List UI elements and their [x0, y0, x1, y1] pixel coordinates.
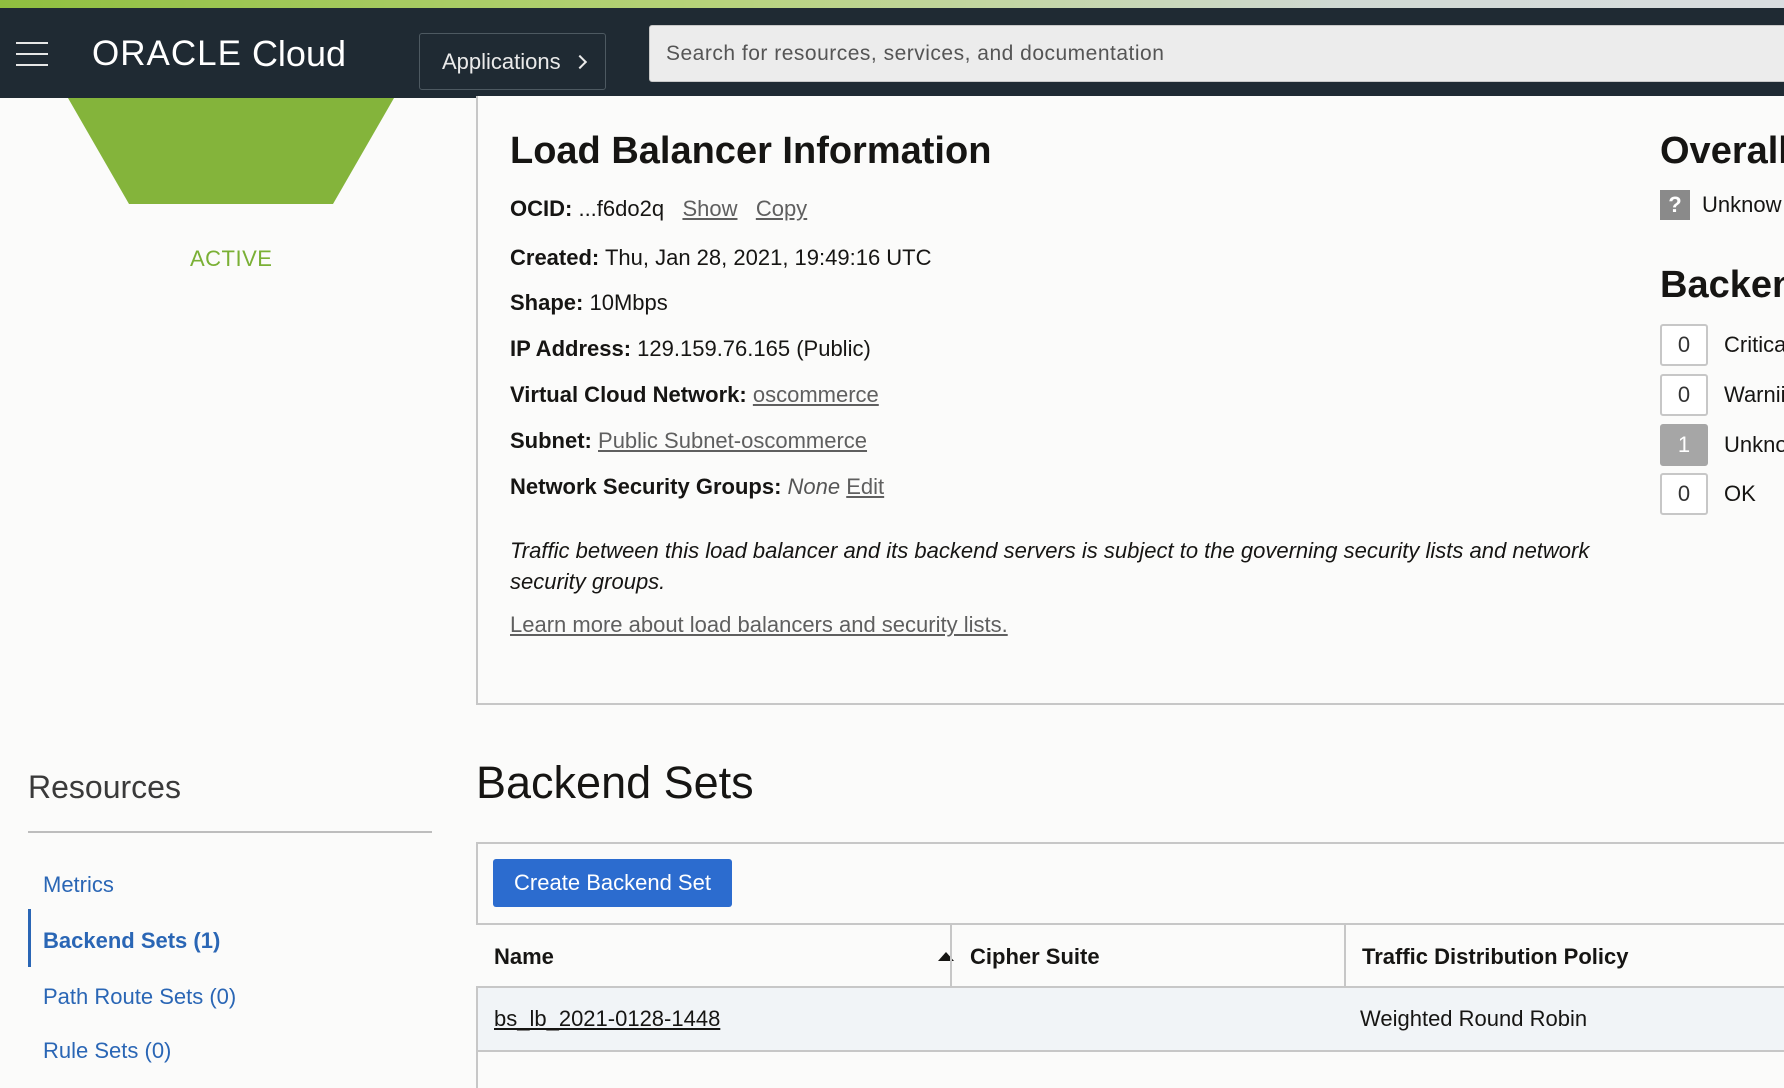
nsg-row: Network Security Groups: None Edit [510, 474, 884, 500]
overall-health-status: ? Unknow [1660, 190, 1781, 220]
question-mark-icon: ? [1660, 190, 1690, 220]
column-header-cipher-suite[interactable]: Cipher Suite [970, 925, 1100, 988]
oracle-cloud-logo[interactable]: ORACLE Cloud [92, 33, 346, 74]
ocid-value: ...f6do2q [578, 196, 665, 221]
resource-item-backend-sets[interactable]: Backend Sets (1) [43, 928, 220, 954]
resource-item-rule-sets[interactable]: Rule Sets (0) [43, 1038, 171, 1064]
ip-address-label: IP Address: [510, 336, 632, 361]
nsg-value: None [787, 474, 841, 499]
info-title: Load Balancer Information [510, 130, 992, 172]
ocid-row: OCID: ...f6do2q Show Copy [510, 196, 807, 222]
applications-button[interactable]: Applications [419, 33, 606, 90]
menu-icon[interactable] [16, 42, 48, 66]
search-input[interactable] [650, 26, 1784, 81]
created-value: Thu, Jan 28, 2021, 19:49:16 UTC [604, 245, 932, 270]
column-header-traffic-policy[interactable]: Traffic Distribution Policy [1362, 925, 1628, 988]
ok-label: OK [1724, 481, 1756, 506]
create-backend-set-button[interactable]: Create Backend Set [493, 859, 732, 907]
warning-label: Warnii [1724, 382, 1784, 407]
shape-label: Shape: [510, 290, 584, 315]
backend-health-title: Backen [1660, 264, 1784, 306]
resources-divider [28, 831, 432, 833]
vcn-row: Virtual Cloud Network: oscommerce [510, 382, 879, 408]
resources-title: Resources [28, 769, 181, 805]
ip-address-row: IP Address: 129.159.76.165 (Public) [510, 336, 871, 362]
traffic-policy-cell: Weighted Round Robin [1360, 1006, 1588, 1031]
health-row-unknown[interactable]: 1 Unkno [1660, 424, 1784, 466]
vcn-link[interactable]: oscommerce [753, 382, 879, 407]
shape-value: 10Mbps [589, 290, 668, 315]
critical-label: Critica [1724, 332, 1784, 357]
traffic-note: Traffic between this load balancer and i… [510, 538, 1590, 594]
unknown-count: 1 [1660, 424, 1708, 466]
ip-address-value: 129.159.76.165 (Public) [637, 336, 871, 361]
ok-count: 0 [1660, 473, 1708, 515]
backend-set-name-link[interactable]: bs_lb_2021-0128-1448 [494, 988, 720, 1050]
resource-item-path-route-sets[interactable]: Path Route Sets (0) [43, 984, 236, 1010]
critical-count: 0 [1660, 324, 1708, 366]
search-bar[interactable] [649, 25, 1784, 82]
ocid-label: OCID: [510, 196, 573, 221]
learn-more-link[interactable]: Learn more about load balancers and secu… [510, 612, 1008, 638]
overall-health-title: Overall [1660, 130, 1784, 172]
nsg-label: Network Security Groups: [510, 474, 782, 499]
created-row: Created: Thu, Jan 28, 2021, 19:49:16 UTC [510, 245, 932, 271]
shape-row: Shape: 10Mbps [510, 290, 668, 316]
brand-stripe [0, 0, 1784, 8]
subnet-row: Subnet: Public Subnet-oscommerce [510, 428, 867, 454]
chevron-right-icon [572, 54, 587, 69]
health-row-critical[interactable]: 0 Critica [1660, 324, 1784, 366]
column-divider [1344, 925, 1346, 988]
unknown-label: Unkno [1724, 432, 1784, 457]
column-header-name[interactable]: Name [494, 925, 954, 988]
column-divider [950, 925, 952, 988]
table-header: Name Cipher Suite Traffic Distribution P… [476, 923, 1784, 988]
vcn-label: Virtual Cloud Network: [510, 382, 747, 407]
brand-name: ORACLE [92, 34, 242, 73]
health-row-warning[interactable]: 0 Warnii [1660, 374, 1784, 416]
health-row-ok[interactable]: 0 OK [1660, 473, 1756, 515]
warning-count: 0 [1660, 374, 1708, 416]
copy-ocid-link[interactable]: Copy [756, 196, 807, 221]
backend-sets-title: Backend Sets [476, 757, 754, 808]
applications-label: Applications [442, 48, 561, 74]
overall-health-text: Unknow [1702, 192, 1782, 217]
active-item-indicator [28, 909, 31, 967]
lifecycle-state-label: ACTIVE [190, 246, 273, 271]
show-ocid-link[interactable]: Show [682, 196, 737, 221]
nsg-edit-link[interactable]: Edit [846, 474, 884, 499]
created-label: Created: [510, 245, 600, 270]
table-row: bs_lb_2021-0128-1448 Weighted Round Robi… [478, 988, 1784, 1052]
resource-item-metrics[interactable]: Metrics [43, 872, 114, 898]
load-balancer-status-icon [68, 98, 394, 204]
subnet-label: Subnet: [510, 428, 592, 453]
product-name: Cloud [251, 33, 346, 74]
subnet-link[interactable]: Public Subnet-oscommerce [598, 428, 867, 453]
